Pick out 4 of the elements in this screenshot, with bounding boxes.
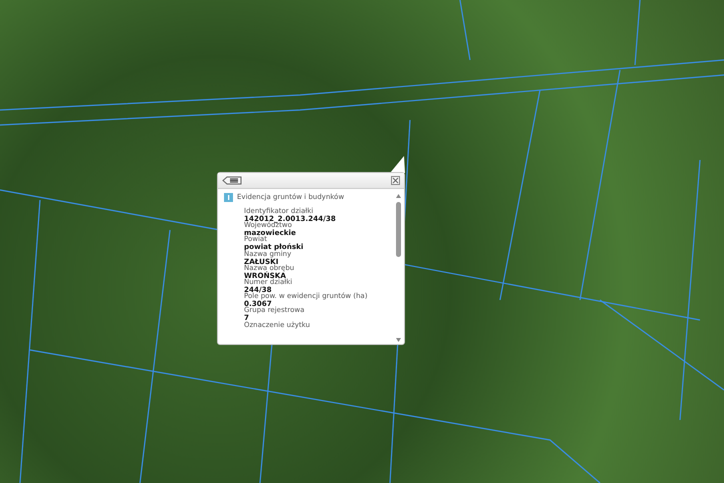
scrollbar-icon[interactable] <box>395 193 402 343</box>
close-icon[interactable] <box>391 176 400 185</box>
info-icon <box>224 193 233 202</box>
list-icon[interactable] <box>222 176 242 185</box>
